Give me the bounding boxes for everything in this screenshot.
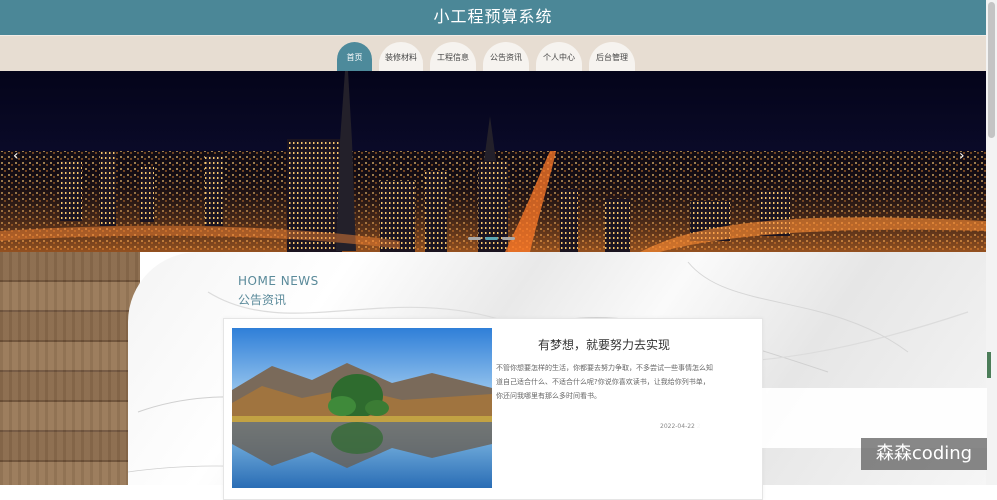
section-title-en: HOME NEWS: [238, 274, 319, 288]
wood-texture: [0, 252, 140, 485]
city-night-image: [0, 71, 986, 252]
site-header: 小工程预算系统: [0, 0, 986, 35]
scrollbar-thumb[interactable]: [988, 2, 995, 138]
carousel-prev-arrow[interactable]: ‹: [13, 148, 19, 164]
nav-item-announcements[interactable]: 公告资讯: [483, 42, 529, 72]
news-date: 2022-04-22 2: [660, 423, 701, 430]
hero-carousel: [0, 71, 986, 252]
nav-item-projects[interactable]: 工程信息: [430, 42, 476, 72]
section-title-zh: 公告资讯: [238, 293, 287, 307]
carousel-dot[interactable]: [502, 237, 515, 240]
nav-item-profile[interactable]: 个人中心: [536, 42, 582, 72]
carousel-indicators: [468, 237, 515, 240]
main-nav: 首页 装修材料 工程信息 公告资讯 个人中心 后台管理: [337, 42, 635, 72]
nav-item-home[interactable]: 首页: [337, 42, 372, 72]
watermark: 森森coding: [861, 438, 987, 470]
nav-item-admin[interactable]: 后台管理: [589, 42, 635, 72]
carousel-next-arrow[interactable]: ›: [959, 148, 965, 164]
news-title[interactable]: 有梦想，就要努力去实现: [494, 336, 714, 353]
news-image[interactable]: [232, 328, 492, 488]
side-indicator: [987, 352, 991, 378]
carousel-dot[interactable]: [468, 237, 481, 240]
site-title: 小工程预算系统: [433, 7, 553, 26]
nav-item-materials[interactable]: 装修材料: [379, 42, 423, 72]
news-excerpt: 不管你想要怎样的生活，你都要去努力争取，不多尝试一些事情怎么知道自己适合什么、不…: [496, 364, 713, 400]
carousel-dot[interactable]: [485, 237, 498, 240]
